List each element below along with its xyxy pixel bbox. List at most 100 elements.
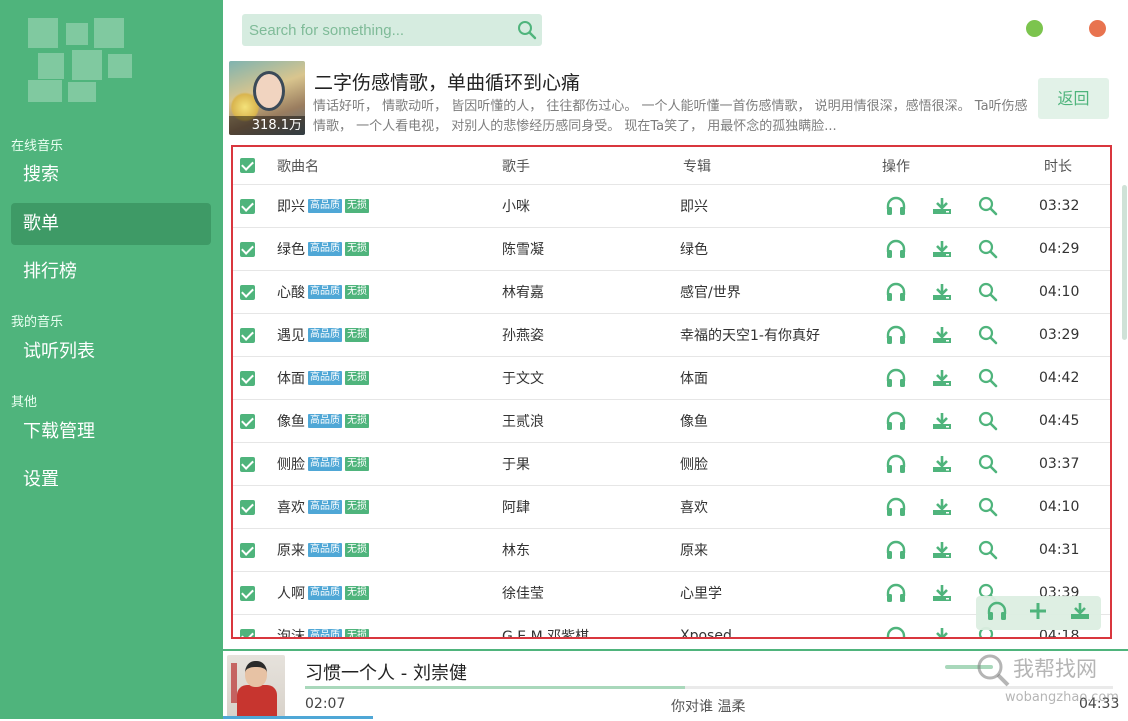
section-title-other: 其他 bbox=[11, 395, 38, 410]
row-checkbox[interactable] bbox=[240, 499, 255, 515]
listen-icon[interactable] bbox=[885, 539, 907, 561]
artist-cell[interactable]: 陈雪凝 bbox=[502, 228, 544, 270]
album-cell[interactable]: 体面 bbox=[680, 357, 708, 399]
listen-icon[interactable] bbox=[885, 625, 907, 637]
close-button[interactable] bbox=[1089, 20, 1106, 37]
search-icon[interactable] bbox=[512, 15, 542, 45]
table-scrollbar[interactable] bbox=[1122, 185, 1127, 340]
search-icon[interactable] bbox=[977, 410, 999, 432]
search-bar bbox=[242, 14, 542, 46]
listen-icon[interactable] bbox=[885, 324, 907, 346]
album-cell[interactable]: 即兴 bbox=[680, 185, 708, 227]
download-icon[interactable] bbox=[931, 195, 953, 217]
row-checkbox[interactable] bbox=[240, 413, 255, 429]
album-cell[interactable]: 像鱼 bbox=[680, 400, 708, 442]
table-row[interactable]: 侧脸 高品质 无损 于果 侧脸 03:37 bbox=[233, 443, 1110, 486]
album-cell[interactable]: 幸福的天空1-有你真好 bbox=[680, 314, 820, 356]
row-checkbox[interactable] bbox=[240, 198, 255, 214]
search-icon[interactable] bbox=[977, 496, 999, 518]
artist-cell[interactable]: 于文文 bbox=[502, 357, 544, 399]
search-icon[interactable] bbox=[977, 367, 999, 389]
row-checkbox[interactable] bbox=[240, 241, 255, 257]
search-icon[interactable] bbox=[977, 539, 999, 561]
play-count: 318.1万 bbox=[229, 116, 305, 135]
song-name-cell: 人啊 高品质 无损 bbox=[277, 572, 369, 614]
table-row[interactable]: 体面 高品质 无损 于文文 体面 04:42 bbox=[233, 357, 1110, 400]
artist-cell[interactable]: 于果 bbox=[502, 443, 530, 485]
listen-icon[interactable] bbox=[885, 367, 907, 389]
album-cell[interactable]: 心里学 bbox=[680, 572, 722, 614]
row-checkbox[interactable] bbox=[240, 628, 255, 637]
download-icon[interactable] bbox=[931, 453, 953, 475]
sidebar-item-settings[interactable]: 设置 bbox=[11, 459, 211, 501]
sidebar-item-search[interactable]: 搜索 bbox=[11, 154, 211, 196]
song-name: 原来 bbox=[277, 543, 305, 559]
artist-cell[interactable]: 阿肆 bbox=[502, 486, 530, 528]
table-row[interactable]: 原来 高品质 无损 林东 原来 04:31 bbox=[233, 529, 1110, 572]
row-checkbox[interactable] bbox=[240, 456, 255, 472]
lossless-badge: 无损 bbox=[345, 414, 369, 428]
album-cell[interactable]: 喜欢 bbox=[680, 486, 708, 528]
download-icon[interactable] bbox=[931, 625, 953, 637]
back-button[interactable]: 返回 bbox=[1038, 78, 1109, 119]
download-icon[interactable] bbox=[931, 539, 953, 561]
artist-cell[interactable]: 林宥嘉 bbox=[502, 271, 544, 313]
search-icon[interactable] bbox=[977, 238, 999, 260]
row-checkbox[interactable] bbox=[240, 585, 255, 601]
download-icon[interactable] bbox=[931, 367, 953, 389]
listen-icon[interactable] bbox=[885, 281, 907, 303]
song-name-cell: 遇见 高品质 无损 bbox=[277, 314, 369, 356]
lossless-badge: 无损 bbox=[345, 586, 369, 600]
search-icon[interactable] bbox=[977, 195, 999, 217]
row-checkbox[interactable] bbox=[240, 284, 255, 300]
batch-add-icon[interactable] bbox=[1028, 601, 1048, 625]
album-cell[interactable]: Xposed bbox=[680, 615, 732, 637]
album-cell[interactable]: 侧脸 bbox=[680, 443, 708, 485]
table-row[interactable]: 绿色 高品质 无损 陈雪凝 绿色 04:29 bbox=[233, 228, 1110, 271]
download-icon[interactable] bbox=[931, 496, 953, 518]
sidebar-item-downloads[interactable]: 下载管理 bbox=[11, 411, 211, 453]
listen-icon[interactable] bbox=[885, 496, 907, 518]
listen-icon[interactable] bbox=[885, 582, 907, 604]
row-checkbox[interactable] bbox=[240, 542, 255, 558]
search-input[interactable] bbox=[242, 15, 512, 45]
album-cell[interactable]: 感官/世界 bbox=[680, 271, 741, 313]
artist-cell[interactable]: G.E.M.邓紫棋 bbox=[502, 615, 589, 637]
search-icon[interactable] bbox=[977, 324, 999, 346]
select-all-checkbox[interactable] bbox=[240, 158, 255, 173]
table-row[interactable]: 像鱼 高品质 无损 王贰浪 像鱼 04:45 bbox=[233, 400, 1110, 443]
batch-listen-icon[interactable] bbox=[986, 601, 1008, 625]
sidebar-item-playlist[interactable]: 歌单 bbox=[11, 203, 211, 245]
download-icon[interactable] bbox=[931, 238, 953, 260]
minimize-button[interactable] bbox=[1026, 20, 1043, 37]
table-row[interactable]: 遇见 高品质 无损 孙燕姿 幸福的天空1-有你真好 03:29 bbox=[233, 314, 1110, 357]
listen-icon[interactable] bbox=[885, 238, 907, 260]
download-icon[interactable] bbox=[931, 281, 953, 303]
song-name-cell: 侧脸 高品质 无损 bbox=[277, 443, 369, 485]
album-cell[interactable]: 绿色 bbox=[680, 228, 708, 270]
listen-icon[interactable] bbox=[885, 410, 907, 432]
artist-cell[interactable]: 孙燕姿 bbox=[502, 314, 544, 356]
table-row[interactable]: 喜欢 高品质 无损 阿肆 喜欢 04:10 bbox=[233, 486, 1110, 529]
table-row[interactable]: 即兴 高品质 无损 小咪 即兴 03:32 bbox=[233, 185, 1110, 228]
artist-cell[interactable]: 徐佳莹 bbox=[502, 572, 544, 614]
download-icon[interactable] bbox=[931, 582, 953, 604]
artist-cell[interactable]: 小咪 bbox=[502, 185, 530, 227]
download-icon[interactable] bbox=[931, 324, 953, 346]
sidebar-item-charts[interactable]: 排行榜 bbox=[11, 251, 211, 293]
search-icon[interactable] bbox=[977, 281, 999, 303]
download-icon[interactable] bbox=[931, 410, 953, 432]
now-playing-cover[interactable] bbox=[227, 655, 285, 717]
album-cell[interactable]: 原来 bbox=[680, 529, 708, 571]
listen-icon[interactable] bbox=[885, 453, 907, 475]
listen-icon[interactable] bbox=[885, 195, 907, 217]
row-checkbox[interactable] bbox=[240, 370, 255, 386]
sidebar-item-trial-list[interactable]: 试听列表 bbox=[11, 331, 211, 373]
row-checkbox[interactable] bbox=[240, 327, 255, 343]
artist-cell[interactable]: 林东 bbox=[502, 529, 530, 571]
search-icon[interactable] bbox=[977, 453, 999, 475]
table-row[interactable]: 心酸 高品质 无损 林宥嘉 感官/世界 04:10 bbox=[233, 271, 1110, 314]
batch-download-icon[interactable] bbox=[1069, 601, 1091, 625]
lossless-badge: 无损 bbox=[345, 242, 369, 256]
artist-cell[interactable]: 王贰浪 bbox=[502, 400, 544, 442]
